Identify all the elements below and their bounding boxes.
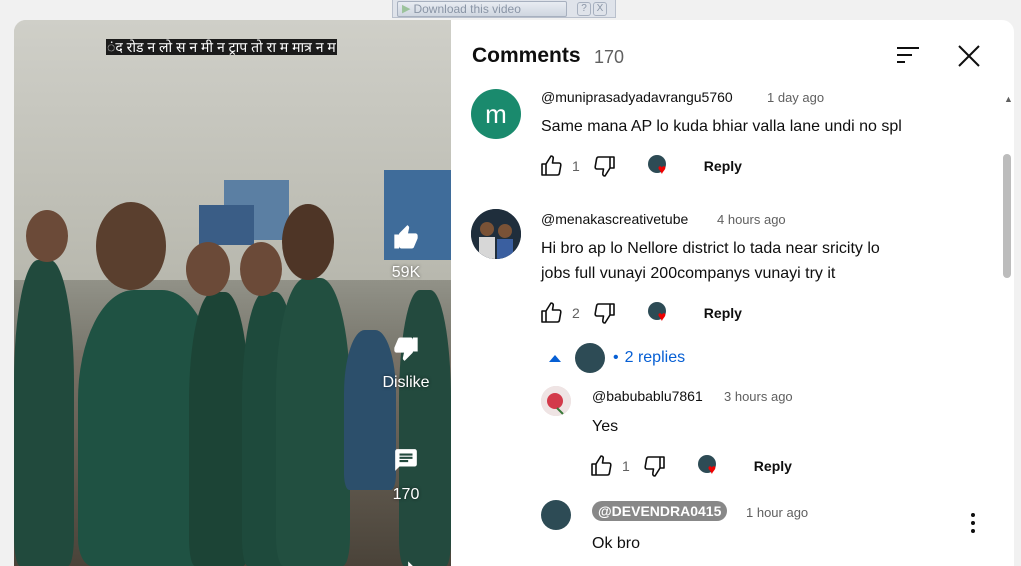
comment-time[interactable]: 4 hours ago — [717, 212, 786, 227]
comment-icon[interactable] — [384, 438, 428, 482]
dislike-button[interactable] — [592, 300, 618, 326]
video-person-head — [240, 242, 282, 296]
avatar[interactable] — [541, 500, 571, 530]
avatar[interactable] — [471, 209, 521, 259]
comment-text-line: Hi bro ap lo Nellore district lo tada ne… — [541, 240, 880, 257]
like-button[interactable] — [538, 153, 564, 179]
comment-author[interactable]: @menakascreativetube — [541, 211, 688, 227]
heart-icon: ♥ — [707, 461, 717, 477]
reply-actions: 1 ♥ Reply — [588, 453, 792, 479]
reply-author[interactable]: @DEVENDRA0415 — [592, 501, 728, 521]
creator-avatar — [575, 343, 605, 373]
reply-button[interactable]: Reply — [754, 458, 792, 474]
scroll-up-arrow-icon[interactable]: ▲ — [1004, 94, 1013, 104]
video-person — [189, 292, 249, 566]
sort-icon[interactable] — [897, 44, 921, 71]
avatar-letter: m — [485, 98, 507, 129]
video-person-head — [186, 242, 230, 296]
creator-heart: ♥ — [647, 302, 670, 324]
reply-button[interactable]: Reply — [704, 305, 742, 321]
comment-author[interactable]: @muniprasadyadavrangu5760 — [541, 89, 733, 105]
reply-text: Yes — [592, 418, 619, 435]
heart-icon: ♥ — [657, 161, 667, 177]
comment-actions: 2 ♥ Reply — [538, 300, 742, 326]
dislike-label: Dislike — [382, 374, 430, 391]
like-count: 2 — [572, 305, 580, 321]
download-video-button[interactable]: ▶ Download this video — [397, 0, 567, 17]
close-download-bar-button[interactable]: X — [593, 1, 607, 16]
comments-count: 170 — [392, 486, 420, 503]
separator-dot: • — [613, 349, 619, 366]
reply-text: Ok bro — [592, 535, 641, 552]
comment-item: @menakascreativetube 4 hours ago Hi bro … — [451, 208, 999, 338]
comments-panel: Comments 170 ▲ m @muniprasadyadavrangu57… — [451, 20, 1014, 566]
like-count: 1 — [622, 458, 630, 474]
replies-count-label: 2 replies — [624, 349, 686, 366]
download-bar: ▶ Download this video ? X — [392, 0, 616, 18]
share-icon[interactable] — [384, 548, 428, 566]
comments-title: Comments — [472, 44, 581, 67]
close-icon[interactable] — [957, 44, 981, 73]
like-control[interactable]: 59K — [380, 216, 432, 282]
video-caption: ंद रोड न लो स न मी न ट्राप तो रा म मात्र… — [106, 39, 337, 55]
like-count: 1 — [572, 158, 580, 174]
video-person-head — [26, 210, 68, 262]
download-label: Download this video — [413, 1, 521, 16]
scrollbar[interactable]: ▲ — [1000, 90, 1014, 566]
comment-actions: 1 ♥ Reply — [538, 153, 742, 179]
dislike-button[interactable] — [592, 153, 618, 179]
reply-button[interactable]: Reply — [704, 158, 742, 174]
like-count: 59K — [391, 264, 421, 281]
thumbs-down-icon[interactable] — [384, 326, 428, 370]
thumbs-up-icon[interactable] — [384, 216, 428, 260]
scrollbar-thumb[interactable] — [1003, 154, 1011, 278]
comments-header-count: 170 — [594, 47, 625, 67]
play-arrow-icon: ▶ — [402, 3, 411, 15]
video-building — [199, 205, 254, 245]
avatar[interactable] — [541, 386, 571, 416]
video-person — [276, 278, 350, 566]
avatar[interactable]: m — [471, 89, 521, 139]
comments-control[interactable]: 170 — [380, 438, 432, 504]
chevron-up-icon — [549, 354, 561, 362]
reply-item: @babubablu7861 3 hours ago Yes 1 ♥ Reply — [451, 384, 999, 488]
share-control[interactable] — [380, 548, 432, 566]
dislike-control[interactable]: Dislike — [380, 326, 432, 392]
reply-time[interactable]: 1 hour ago — [746, 505, 808, 520]
creator-heart: ♥ — [647, 155, 670, 177]
replies-toggle-button[interactable]: • 2 replies — [549, 342, 685, 374]
page: ▶ Download this video ? X ंद रोड न लो स … — [0, 0, 1021, 566]
like-button[interactable] — [538, 300, 564, 326]
comment-text-line: jobs full vunayi 200companys vunayi try … — [541, 265, 836, 282]
dislike-button[interactable] — [642, 453, 668, 479]
more-vert-icon[interactable] — [969, 512, 977, 539]
like-button[interactable] — [588, 453, 614, 479]
video-player[interactable]: ंद रोड न लो स न मी न ट्राप तो रा म मात्र… — [14, 20, 451, 566]
comment-text: Same mana AP lo kuda bhiar valla lane un… — [541, 118, 902, 135]
reply-author[interactable]: @babubablu7861 — [592, 388, 703, 404]
video-person-head — [282, 204, 334, 280]
comments-header: Comments 170 — [451, 20, 1014, 82]
video-person-head — [96, 202, 166, 290]
reply-item: @DEVENDRA0415 1 hour ago Ok bro — [451, 498, 999, 566]
comment-item: m @muniprasadyadavrangu5760 1 day ago Sa… — [451, 86, 999, 196]
reply-time[interactable]: 3 hours ago — [724, 389, 793, 404]
comment-time[interactable]: 1 day ago — [767, 90, 824, 105]
video-person — [14, 260, 74, 566]
creator-heart: ♥ — [697, 455, 720, 477]
heart-icon: ♥ — [657, 308, 667, 324]
help-button[interactable]: ? — [577, 1, 591, 16]
